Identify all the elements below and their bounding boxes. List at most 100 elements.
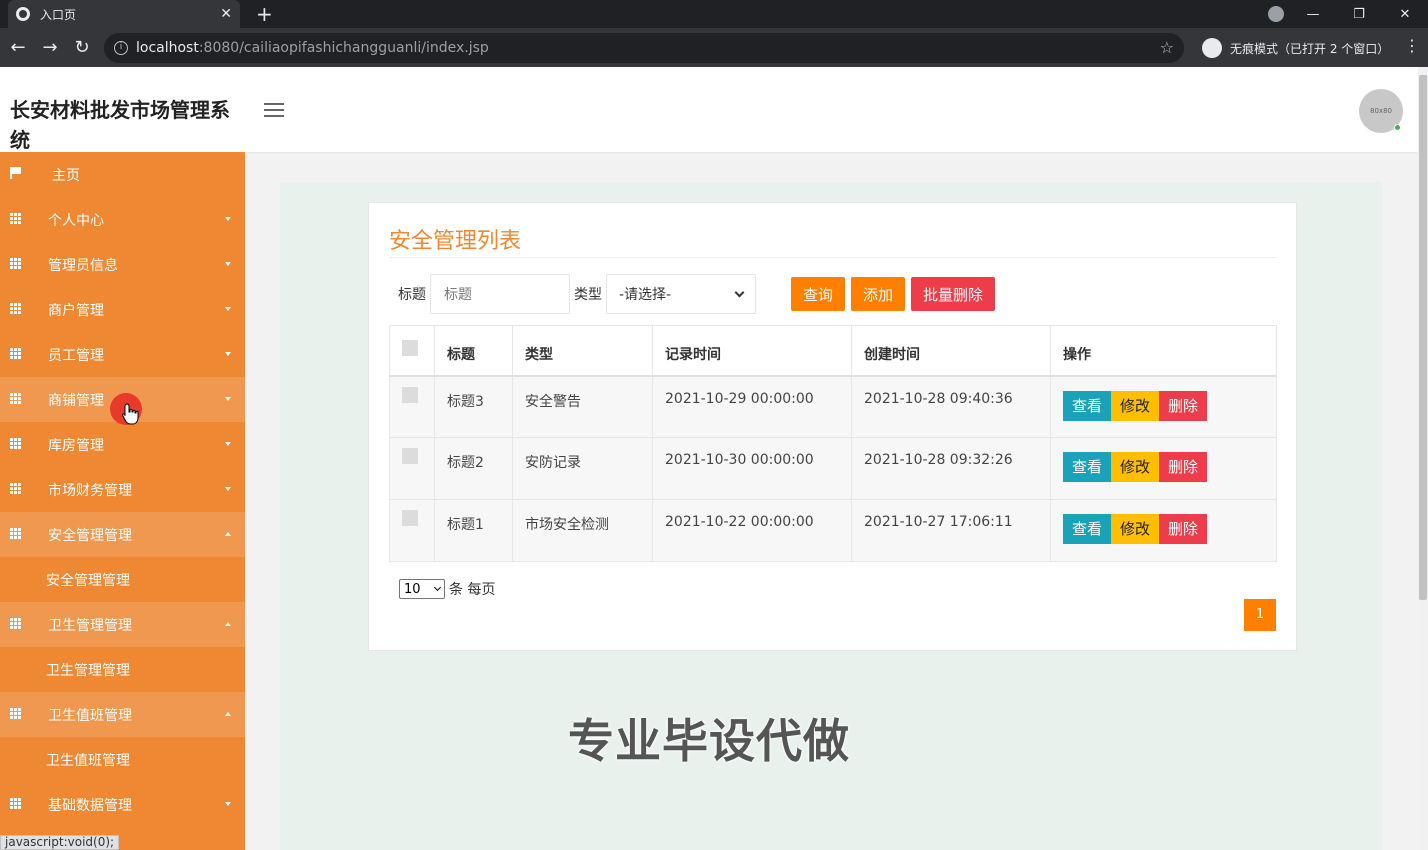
close-window-button[interactable]: ✕ [1382,7,1428,22]
table-row: 标题3 安全警告 2021-10-29 00:00:00 2021-10-28 … [389,375,1277,438]
sidebar-item-label: 基础数据管理 [48,797,132,814]
grid-icon [10,438,22,449]
title-filter-label: 标题 [398,287,426,303]
tab-close-icon[interactable]: ✕ [220,6,232,22]
globe-icon [16,7,30,21]
caret-down-icon [225,487,231,491]
caret-down-icon [225,397,231,401]
batch-delete-button[interactable]: 批量删除 [911,277,996,311]
hand-cursor-icon [122,403,139,425]
view-button[interactable]: 查看 [1063,390,1112,421]
caret-down-icon [225,352,231,356]
bookmark-star-icon[interactable]: ☆ [1160,38,1174,57]
sidebar-subitem-hygiene-duty[interactable]: 卫生值班管理 [0,737,245,782]
url-path: :8080/cailiaopifashichangguanli/index.js… [198,40,489,56]
delete-button[interactable]: 删除 [1159,452,1208,482]
avatar[interactable]: 80x80 [1359,89,1403,133]
row-select-cell [389,499,435,562]
minimize-button[interactable]: — [1290,7,1336,22]
column-header: 创建时间 [851,325,1051,377]
row-checkbox[interactable] [402,510,418,526]
sidebar-item-base-data[interactable]: 基础数据管理 [0,782,245,827]
browser-menu-icon[interactable]: ⋮ [1404,36,1420,55]
sidebar-item-finance[interactable]: 市场财务管理 [0,467,245,512]
incognito-label: 无痕模式（已打开 2 个窗口） [1230,41,1390,56]
view-button[interactable]: 查看 [1063,452,1112,482]
sidebar-item-label: 商户管理 [48,302,104,319]
cell-type: 市场安全检测 [512,499,653,562]
reload-button[interactable]: ↻ [66,37,98,58]
row-select-cell [389,375,435,438]
grid-icon [10,348,22,359]
select-all-checkbox[interactable] [402,340,418,356]
page-scrollbar[interactable] [1418,67,1428,850]
browser-tab-strip: 入口页 ✕ + — ❐ ✕ [0,0,1428,28]
cell-create-time: 2021-10-28 09:40:36 [851,375,1051,438]
search-button[interactable]: 查询 [791,277,846,311]
sidebar-item-home[interactable]: 主页 [0,152,245,197]
watermark: 专业毕设代做 [568,714,850,768]
title-filter-input[interactable]: 标题 [430,274,570,314]
cell-type: 安全警告 [512,375,653,438]
edit-button[interactable]: 修改 [1111,514,1160,544]
sidebar-item-warehouse[interactable]: 库房管理 [0,422,245,467]
page-title: 安全管理列表 [389,229,522,254]
add-button[interactable]: 添加 [851,277,906,311]
sidebar-item-label: 安全管理管理 [48,527,132,544]
address-bar[interactable]: i localhost :8080/cailiaopifashichanggua… [104,33,1184,63]
status-bar-url: javascript:void(0); [0,835,120,850]
sidebar-item-admin-info[interactable]: 管理员信息 [0,242,245,287]
page-size-select[interactable]: 10 [399,579,445,599]
row-select-cell [389,437,435,500]
url-host: localhost [136,40,199,56]
data-table: 标题 类型 记录时间 创建时间 操作 标题3 安全警告 2021-10-29 0… [389,325,1277,562]
sidebar-item-label: 员工管理 [48,347,104,364]
sidebar-item-label: 管理员信息 [48,257,118,274]
cell-actions: 查看 修改 删除 [1050,499,1277,562]
cell-title: 标题1 [434,499,513,562]
browser-toolbar: ← → ↻ i localhost :8080/cailiaopifashich… [0,28,1428,67]
browser-tab[interactable]: 入口页 ✕ [8,0,240,28]
sidebar-item-employees[interactable]: 员工管理 [0,332,245,377]
restore-button[interactable]: ❐ [1336,7,1382,22]
caret-up-icon [225,622,231,626]
sidebar-item-label: 个人中心 [48,212,104,229]
sidebar-item-merchants[interactable]: 商户管理 [0,287,245,332]
chevron-down-icon [433,583,442,592]
system-title: 长安材料批发市场管理系统 [10,98,230,152]
tab-search-icon[interactable] [1268,6,1284,22]
forward-button[interactable]: → [34,37,66,58]
filter-bar: 标题 标题 类型 -请选择- 查询 添加 批量删除 [398,274,996,314]
sidebar-item-personal-center[interactable]: 个人中心 [0,197,245,242]
back-button[interactable]: ← [2,37,34,58]
sidebar-item-label: 库房管理 [48,437,104,454]
view-button[interactable]: 查看 [1063,514,1112,544]
sidebar-subitem-security[interactable]: 安全管理管理 [0,557,245,602]
edit-button[interactable]: 修改 [1111,390,1160,421]
site-info-icon[interactable]: i [114,41,128,55]
row-checkbox[interactable] [402,448,418,464]
new-tab-button[interactable]: + [256,2,273,26]
avatar-placeholder: 80x80 [1370,107,1392,115]
tab-title: 入口页 [40,7,77,22]
incognito-indicator[interactable]: 无痕模式（已打开 2 个窗口） [1196,33,1402,63]
sidebar-item-hygiene[interactable]: 卫生管理管理 [0,602,245,647]
caret-up-icon [225,712,231,716]
edit-button[interactable]: 修改 [1111,452,1160,482]
row-checkbox[interactable] [402,386,418,403]
type-filter-label: 类型 [574,287,602,303]
sidebar-item-label: 市场财务管理 [48,482,132,499]
sidebar-subitem-hygiene[interactable]: 卫生管理管理 [0,647,245,692]
type-filter-select[interactable]: -请选择- [606,274,756,314]
delete-button[interactable]: 删除 [1159,514,1208,544]
scrollbar-thumb[interactable] [1419,75,1427,600]
pagination-page-1[interactable]: 1 [1244,599,1276,631]
sidebar-item-security[interactable]: 安全管理管理 [0,512,245,557]
menu-toggle-icon[interactable] [264,103,284,121]
column-header: 记录时间 [652,325,852,377]
sidebar-item-hygiene-duty[interactable]: 卫生值班管理 [0,692,245,737]
delete-button[interactable]: 删除 [1159,390,1208,421]
chevron-down-icon [734,287,745,297]
grid-icon [10,708,22,719]
caret-down-icon [225,217,231,221]
